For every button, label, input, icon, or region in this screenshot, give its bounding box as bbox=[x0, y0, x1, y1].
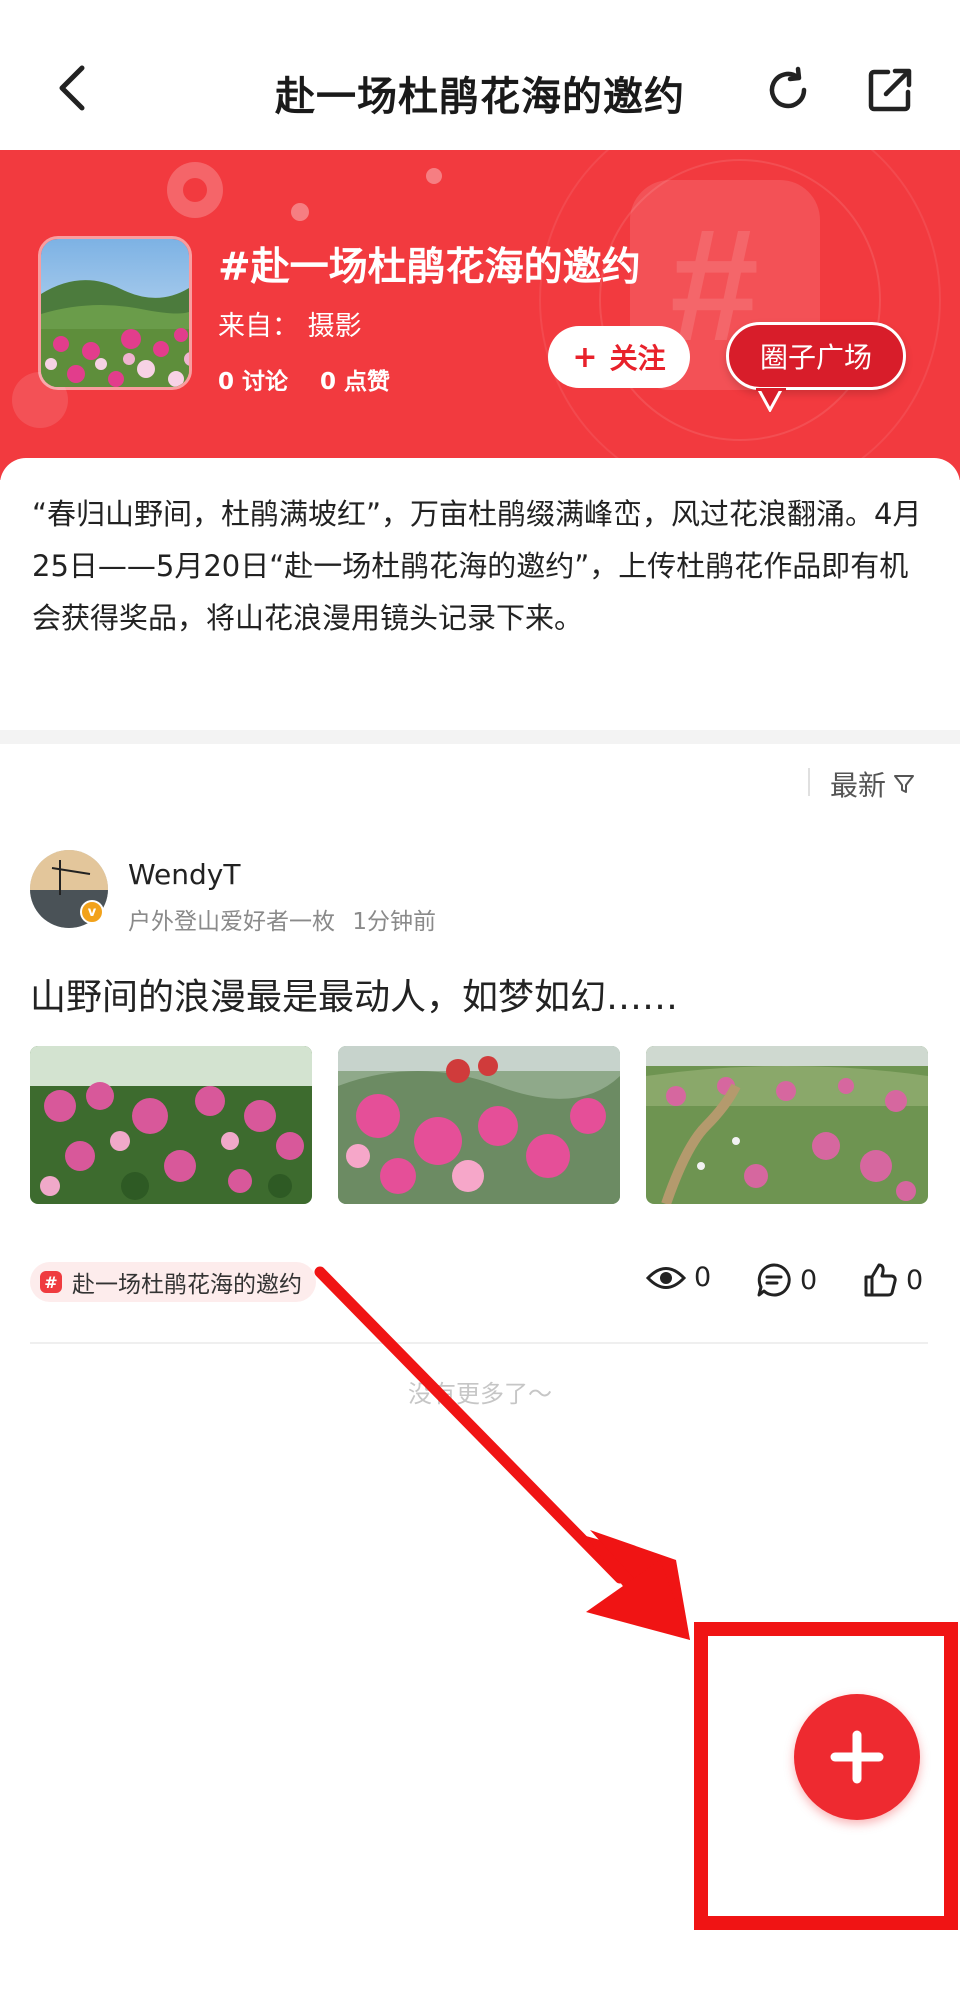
source-value[interactable]: 摄影 bbox=[308, 311, 362, 342]
view-count: 0 bbox=[646, 1262, 711, 1293]
topic-description-card: “春归山野间，杜鹃满坡红”，万亩杜鹃缀满峰峦，风过花浪翻涌。4月25日——5月2… bbox=[0, 458, 960, 730]
topic-source: 来自： 摄影 bbox=[218, 304, 362, 343]
comment-icon bbox=[757, 1263, 791, 1297]
post-time: 1分钟前 bbox=[352, 909, 436, 935]
username[interactable]: WendyT bbox=[128, 858, 240, 891]
topic-cover-image bbox=[38, 236, 192, 390]
topic-description: “春归山野间，杜鹃满坡红”，万亩杜鹃缀满峰峦，风过花浪翻涌。4月25日——5月2… bbox=[32, 497, 922, 635]
verified-badge-icon: v bbox=[80, 900, 104, 924]
topic-title: #赴一场杜鹃花海的邀约 bbox=[218, 245, 641, 290]
user-meta: 户外登山爱好者一枚 1分钟前 bbox=[128, 902, 446, 936]
post-image[interactable] bbox=[30, 1046, 312, 1204]
page-title: 赴一场杜鹃花海的邀约 bbox=[275, 74, 685, 120]
source-label: 来自： bbox=[218, 311, 299, 342]
circle-square-button[interactable]: 圈子广场 bbox=[726, 322, 906, 390]
topic-stats: 0 讨论 0 点赞 bbox=[218, 362, 414, 396]
topic-page: 赴一场杜鹃花海的邀约 # #赴一场杜鹃花海的邀约 来自： 摄影 0 讨论 0 点… bbox=[0, 0, 960, 1991]
nav-bar: 赴一场杜鹃花海的邀约 bbox=[0, 0, 960, 150]
topic-tag-label: 赴一场杜鹃花海的邀约 bbox=[72, 1272, 302, 1298]
post-image[interactable] bbox=[338, 1046, 620, 1204]
thumbs-up-icon bbox=[864, 1263, 897, 1297]
sort-dropdown[interactable]: 最新 bbox=[830, 764, 916, 804]
end-of-list-text: 没有更多了～ bbox=[408, 1380, 552, 1408]
hash-icon: # bbox=[40, 1271, 62, 1293]
like-button[interactable]: 0 bbox=[862, 1262, 923, 1298]
comment-count-value: 0 bbox=[800, 1264, 818, 1296]
follow-button[interactable]: + 关注 bbox=[548, 326, 690, 388]
post-image[interactable] bbox=[646, 1046, 928, 1204]
follow-label: 关注 bbox=[609, 342, 666, 375]
comment-count[interactable]: 0 bbox=[756, 1262, 817, 1298]
view-count-value: 0 bbox=[694, 1262, 712, 1293]
back-icon[interactable] bbox=[48, 58, 100, 118]
topic-tag[interactable]: # 赴一场杜鹃花海的邀约 bbox=[30, 1262, 316, 1302]
like-count-value: 0 bbox=[906, 1264, 924, 1296]
user-title: 户外登山爱好者一枚 bbox=[128, 909, 335, 935]
section-divider bbox=[0, 730, 960, 744]
discussion-count: 0 讨论 bbox=[218, 369, 289, 395]
filter-icon bbox=[894, 775, 915, 793]
plus-icon: + bbox=[572, 339, 598, 375]
sort-divider bbox=[808, 768, 810, 796]
post-divider bbox=[30, 1342, 928, 1344]
highlight-box bbox=[694, 1622, 958, 1930]
sort-label: 最新 bbox=[830, 769, 887, 802]
eye-icon bbox=[646, 1266, 686, 1289]
post-text[interactable]: 山野间的浪漫最是最动人，如梦如幻…… bbox=[30, 968, 678, 1020]
circle-square-label: 圈子广场 bbox=[759, 341, 872, 374]
like-count: 0 点赞 bbox=[320, 369, 391, 395]
speech-tail-icon bbox=[756, 388, 786, 412]
share-icon[interactable] bbox=[866, 66, 914, 114]
refresh-icon[interactable] bbox=[764, 66, 812, 114]
topic-banner: # #赴一场杜鹃花海的邀约 来自： 摄影 0 讨论 0 点赞 + 关注 圈子广场 bbox=[0, 150, 960, 480]
